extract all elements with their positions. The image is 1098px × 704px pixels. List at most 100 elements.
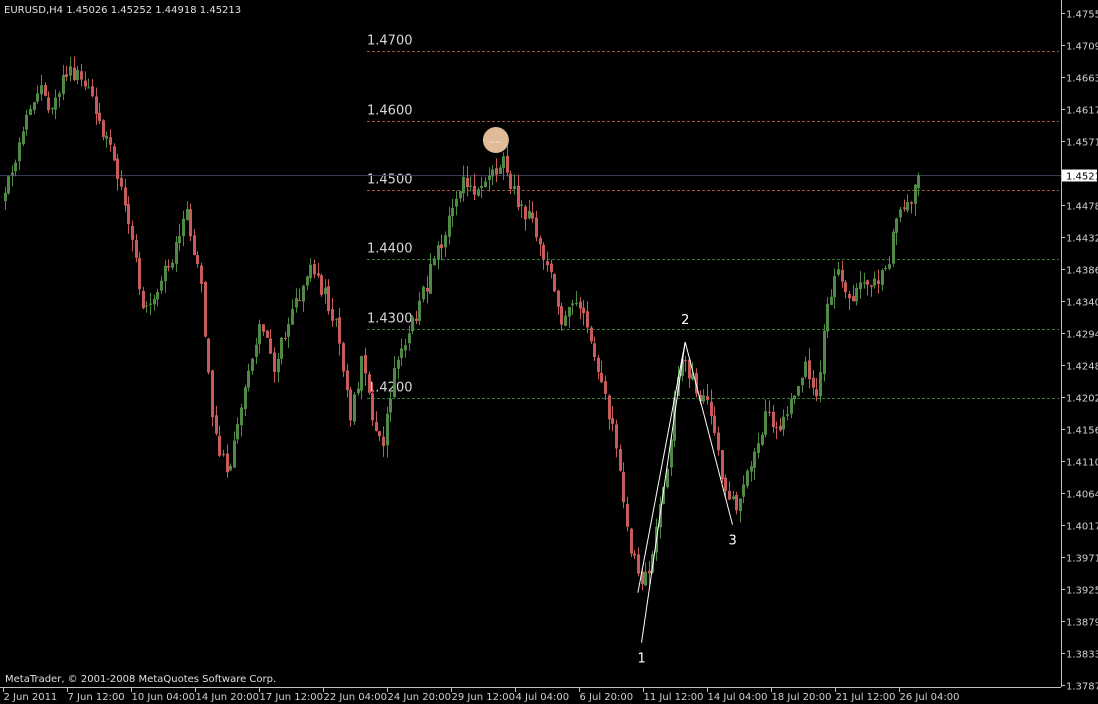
candle-body bbox=[644, 571, 647, 586]
candle-body bbox=[306, 276, 309, 286]
candle-body bbox=[630, 528, 633, 554]
y-tick-label: 1.38330 bbox=[1066, 650, 1098, 661]
candle-body bbox=[539, 238, 542, 245]
level-label-1-4500: 1.4500 bbox=[367, 173, 413, 188]
candle-body bbox=[750, 466, 753, 472]
candle-body bbox=[269, 338, 272, 354]
candle-body bbox=[797, 386, 800, 396]
candle-body bbox=[604, 381, 607, 394]
candle-body bbox=[182, 218, 185, 237]
candle-body bbox=[713, 415, 716, 434]
y-tick-label: 1.42480 bbox=[1066, 362, 1098, 373]
candle-body bbox=[742, 484, 745, 497]
x-tick-label: 21 Jul 12:00 bbox=[836, 692, 896, 703]
candle-body bbox=[819, 372, 822, 397]
candle-body bbox=[823, 330, 826, 375]
candle-body bbox=[58, 93, 61, 97]
candle-body bbox=[841, 270, 844, 282]
candle-body bbox=[313, 264, 316, 275]
candle-body bbox=[371, 393, 374, 421]
y-tick-label: 1.43400 bbox=[1066, 298, 1098, 309]
candle-body bbox=[397, 359, 400, 369]
y-tick-label: 1.43860 bbox=[1066, 266, 1098, 277]
candle-body bbox=[473, 185, 476, 195]
candle-body bbox=[571, 303, 574, 306]
candle-body bbox=[22, 131, 25, 145]
candle bbox=[368, 371, 371, 395]
y-tick-label: 1.38790 bbox=[1066, 618, 1098, 629]
candle-body bbox=[553, 273, 556, 292]
candle-body bbox=[895, 218, 898, 233]
candle-body bbox=[4, 192, 7, 202]
candle-body bbox=[226, 453, 229, 473]
candle-body bbox=[11, 172, 14, 176]
candle-body bbox=[881, 270, 884, 285]
watermark: MetaTrader, © 2001-2008 MetaQuotes Softw… bbox=[5, 674, 276, 685]
candle-body bbox=[706, 396, 709, 401]
candle-body bbox=[215, 415, 218, 434]
candle-body bbox=[196, 255, 199, 265]
candle-body bbox=[520, 204, 523, 206]
candle-body bbox=[422, 286, 425, 300]
candlestick-chart[interactable]: 1.47001.46001.45001.44001.43001.4200 123… bbox=[0, 0, 1098, 704]
candle-body bbox=[440, 244, 443, 249]
candle-body bbox=[277, 358, 280, 373]
candle-body bbox=[888, 264, 891, 269]
candle-body bbox=[637, 554, 640, 574]
candle-body bbox=[495, 168, 498, 175]
candle-body bbox=[848, 294, 851, 299]
candle-body bbox=[338, 317, 341, 344]
candle-body bbox=[411, 317, 414, 332]
candle bbox=[207, 337, 210, 375]
candle-body bbox=[782, 416, 785, 430]
candle-body bbox=[608, 395, 611, 420]
candle-body bbox=[240, 407, 243, 426]
candle-body bbox=[499, 167, 502, 175]
x-tick-label: 2 Jun 2011 bbox=[4, 692, 58, 703]
candle-body bbox=[342, 343, 345, 372]
wave-label-1: 1 bbox=[638, 652, 646, 667]
x-tick-label: 26 Jul 04:00 bbox=[900, 692, 960, 703]
candle-body bbox=[389, 398, 392, 413]
x-tick-label: 22 Jun 04:00 bbox=[324, 692, 388, 703]
candle-body bbox=[375, 422, 378, 431]
candle-body bbox=[550, 263, 553, 273]
candle-body bbox=[408, 333, 411, 344]
candle-body bbox=[175, 242, 178, 264]
candle bbox=[630, 527, 633, 557]
candle-body bbox=[309, 264, 312, 279]
wave-label-3: 3 bbox=[729, 534, 737, 549]
symbol-header: EURUSD,H4 1.45026 1.45252 1.44918 1.4521… bbox=[4, 5, 241, 16]
candle-body bbox=[466, 177, 469, 188]
candle-body bbox=[262, 324, 265, 332]
candle-body bbox=[255, 344, 258, 357]
y-tick-label: 1.39710 bbox=[1066, 554, 1098, 565]
candle-body bbox=[76, 69, 79, 81]
candle-body bbox=[622, 471, 625, 503]
candle-body bbox=[258, 324, 261, 345]
y-tick-label: 1.46630 bbox=[1066, 74, 1098, 85]
candle bbox=[823, 324, 826, 382]
candle-body bbox=[167, 265, 170, 268]
y-tick-label: 1.42020 bbox=[1066, 394, 1098, 405]
candle-body bbox=[7, 176, 10, 194]
candle-body bbox=[266, 330, 269, 338]
candle-body bbox=[648, 570, 651, 574]
candle-body bbox=[149, 303, 152, 305]
candle-body bbox=[331, 309, 334, 321]
candle-body bbox=[51, 107, 54, 110]
candle-body bbox=[429, 263, 432, 294]
candle-body bbox=[619, 449, 622, 471]
candle-body bbox=[462, 177, 465, 194]
candle-body bbox=[145, 305, 148, 307]
candle-body bbox=[54, 97, 57, 110]
candle-body bbox=[735, 494, 738, 511]
candle-body bbox=[757, 443, 760, 454]
candle-body bbox=[568, 306, 571, 317]
candle-body bbox=[633, 553, 636, 556]
candle-body bbox=[775, 427, 778, 429]
candle-body bbox=[906, 202, 909, 211]
candle-body bbox=[320, 275, 323, 295]
candle-body bbox=[207, 338, 210, 373]
candle-body bbox=[914, 184, 917, 204]
